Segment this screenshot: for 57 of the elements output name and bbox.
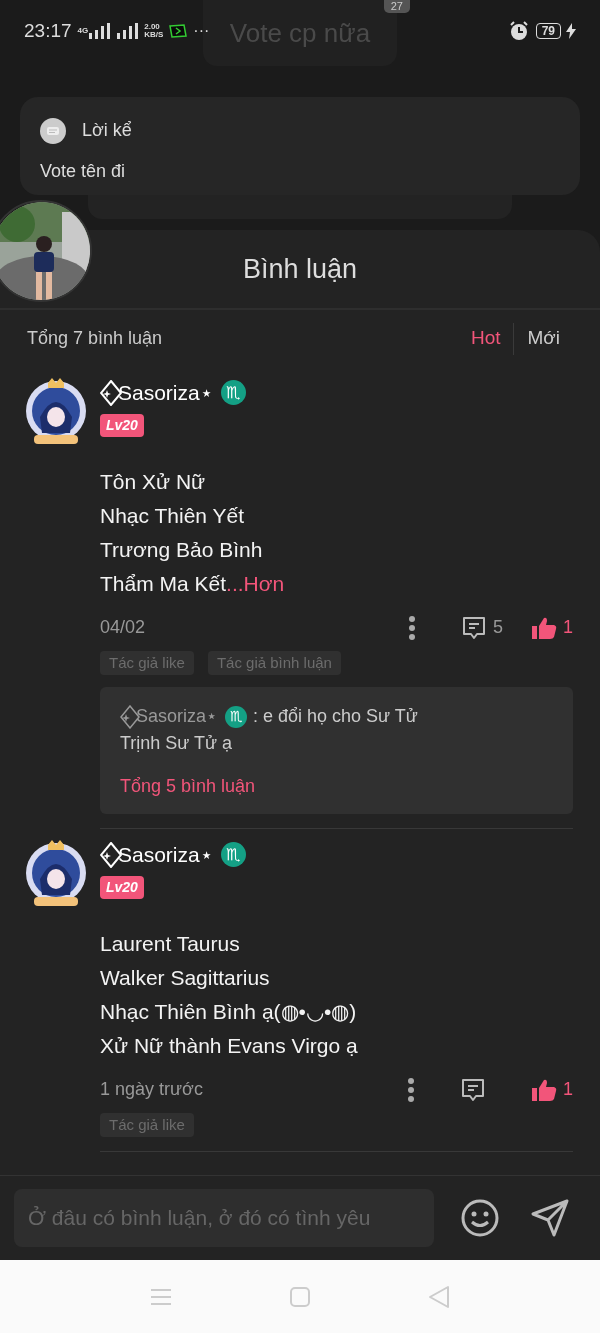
username[interactable]: Sasoriza⋆: [118, 377, 213, 409]
more-text: ···: [193, 21, 210, 41]
comment-line: Nhạc Thiên Yết: [100, 502, 245, 529]
emoji-icon[interactable]: [461, 1199, 499, 1237]
level-badge: Lv20: [100, 413, 144, 437]
clock-text: 23:17: [24, 18, 72, 43]
sort-tab[interactable]: Hot: [457, 324, 514, 353]
count-badge: 27: [383, 0, 410, 13]
like-icon[interactable]: [531, 1077, 557, 1102]
comment-line: Laurent Taurus: [100, 930, 241, 957]
reply-preview[interactable]: Sasoriza⋆ ♏ : e đổi họ cho Sư Tử Trịnh Sư Tử ạ Tổng 5 bình luận: [100, 687, 573, 814]
comment-count: Tổng 7 bình luận: [27, 327, 164, 350]
author-tag: Tác giả bình luận: [207, 650, 341, 675]
more-link[interactable]: ...Hơn: [226, 571, 285, 595]
reply-username[interactable]: Sasoriza⋆: [136, 703, 218, 730]
comment-line: Xử Nữ thành Evans Virgo ạ: [100, 1032, 359, 1059]
send-icon[interactable]: [531, 1199, 569, 1237]
author-tag: Tác giả like: [100, 1112, 194, 1137]
reply-text: : e đổi họ cho Sư Tử: [253, 705, 418, 728]
narration-title: Lời kể: [82, 119, 132, 142]
author-tag: Tác giả like: [100, 650, 194, 675]
battery-icon: 79: [535, 23, 561, 39]
reply-text: Trịnh Sư Tử ạ: [120, 732, 234, 755]
comment-icon[interactable]: [460, 614, 487, 641]
signal-icon: [89, 23, 112, 39]
app-icon: [169, 24, 188, 38]
speed-text: 2.00: [144, 23, 161, 31]
comment-input[interactable]: Ở đâu có bình luận, ở đó có tình yêu: [14, 1189, 434, 1247]
zodiac-badge: ♏: [220, 842, 246, 868]
more-icon[interactable]: [407, 614, 416, 641]
network-type-text: 4G: [77, 27, 89, 35]
speed-unit-text: KB/S: [144, 31, 164, 39]
more-icon[interactable]: [407, 1076, 415, 1103]
like-count: 1: [563, 1078, 573, 1101]
level-badge: Lv20: [100, 875, 144, 899]
narration-icon: [40, 117, 66, 144]
zodiac-badge: ♏: [225, 705, 248, 728]
comment-line: Trương Bảo Bình: [100, 536, 264, 563]
comment-line: Nhạc Thiên Bình ạ(◍•◡•◍): [100, 998, 358, 1025]
comment-icon[interactable]: [460, 1076, 486, 1103]
charging-icon: [566, 23, 576, 39]
like-icon[interactable]: [531, 615, 557, 640]
narration-text: Vote tên đi: [40, 160, 127, 183]
reply-count: 5: [492, 616, 503, 639]
comment-date: 04/02: [100, 616, 147, 639]
comment-date: 1 ngày trước: [100, 1078, 204, 1101]
alarm-icon: [508, 21, 529, 41]
comment-line: Thẩm Ma Kết...Hơn: [100, 570, 286, 597]
panel-title: Bình luận: [242, 252, 358, 286]
username[interactable]: Sasoriza⋆: [118, 839, 213, 871]
like-count: 1: [563, 616, 573, 639]
sort-tab[interactable]: Mới: [514, 324, 573, 353]
signal-icon: [117, 23, 140, 39]
reply-total-link[interactable]: Tổng 5 bình luận: [120, 773, 553, 800]
comment-line: Tôn Xử Nữ: [100, 468, 207, 495]
comment-line: Walker Sagittarius: [100, 964, 271, 991]
zodiac-badge: ♏: [220, 380, 246, 406]
